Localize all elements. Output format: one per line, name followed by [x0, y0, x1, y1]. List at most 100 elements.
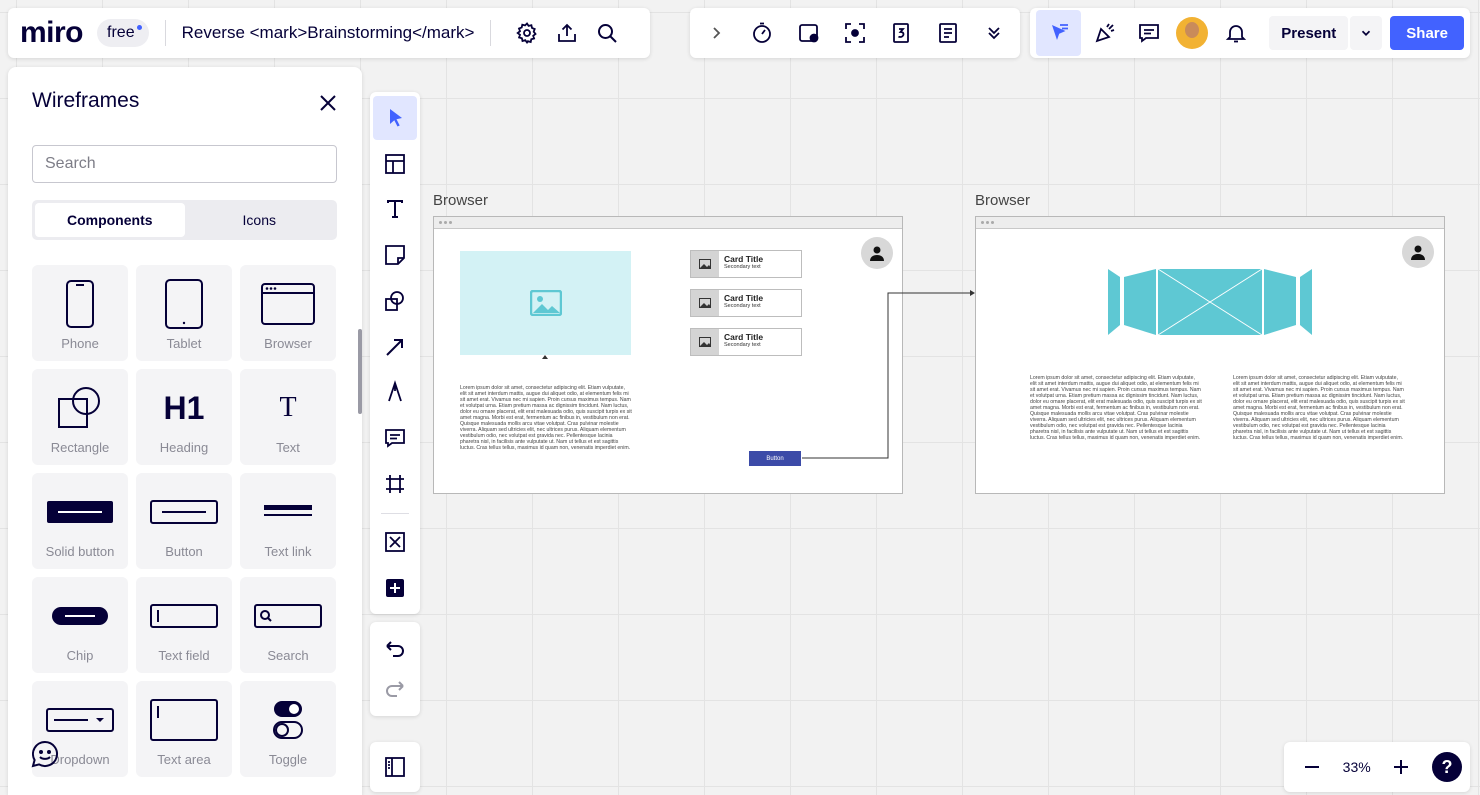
close-panel-button[interactable]: [308, 83, 348, 123]
notifications-button[interactable]: [1216, 13, 1255, 53]
connector-arrow[interactable]: [800, 285, 980, 465]
zoom-in-button[interactable]: [1381, 747, 1421, 787]
feedback-button[interactable]: [30, 739, 60, 769]
cursor-flag-icon: [1051, 24, 1068, 40]
share-button[interactable]: Share: [1390, 16, 1464, 50]
search-field-icon: [254, 604, 322, 628]
frame-tool[interactable]: [373, 462, 417, 506]
tab-icons[interactable]: Icons: [185, 203, 335, 237]
wireframe-tool[interactable]: [373, 521, 417, 565]
chevron-right-icon: [713, 27, 721, 39]
board-title[interactable]: Reverse <mark>Brainstorming</mark>: [182, 23, 475, 43]
miro-logo[interactable]: miro: [20, 16, 84, 50]
apps-button[interactable]: [789, 13, 829, 53]
component-label: Button: [165, 544, 203, 559]
panel-title: Wireframes: [32, 89, 140, 112]
creation-toolbar: [370, 92, 420, 614]
component-phone[interactable]: Phone: [32, 265, 128, 361]
frame-label[interactable]: Browser: [433, 192, 488, 209]
connection-line-tool[interactable]: [373, 325, 417, 369]
export-button[interactable]: [547, 13, 587, 53]
component-label: Solid button: [45, 544, 115, 559]
wireframes-panel: Wireframes Components Icons Phone Tablet…: [8, 67, 362, 795]
shapes-tool[interactable]: [373, 279, 417, 323]
component-label: Text area: [157, 752, 211, 767]
tab-components[interactable]: Components: [35, 203, 185, 237]
present-button[interactable]: Present: [1269, 16, 1349, 50]
component-text[interactable]: T Text: [240, 369, 336, 465]
notes-button[interactable]: [928, 13, 968, 53]
component-tablet[interactable]: Tablet: [136, 265, 232, 361]
component-label: Tablet: [166, 336, 202, 351]
layout-icon: [385, 153, 405, 174]
pen-tool[interactable]: [373, 370, 417, 414]
body-text[interactable]: Lorem ipsum dolor sit amet, consectetur …: [460, 385, 632, 451]
component-label: Browser: [264, 336, 312, 351]
templates-tool[interactable]: [373, 142, 417, 186]
voting-button[interactable]: [881, 13, 921, 53]
settings-button[interactable]: [507, 13, 547, 53]
body-text-right[interactable]: Lorem ipsum dolor sit amet, consectetur …: [1233, 375, 1405, 441]
card-item[interactable]: Card Title Secondary text: [690, 250, 802, 278]
component-solid-button[interactable]: Solid button: [32, 473, 128, 569]
document-icon: [938, 23, 957, 43]
component-heading[interactable]: H1 Heading: [136, 369, 232, 465]
celebrate-button[interactable]: [1085, 13, 1124, 53]
user-avatar-placeholder[interactable]: [861, 237, 893, 269]
card-item[interactable]: Card Title Secondary text: [690, 328, 802, 356]
frame-icon: [386, 474, 404, 493]
timer-button[interactable]: [742, 13, 782, 53]
component-text-area[interactable]: Text area: [136, 681, 232, 777]
sticky-note-tool[interactable]: [373, 233, 417, 277]
user-avatar-placeholder[interactable]: [1402, 236, 1434, 268]
board-sidebar-toggle[interactable]: [370, 742, 420, 792]
plan-badge[interactable]: free: [97, 19, 149, 47]
text-tool[interactable]: [373, 187, 417, 231]
comments-button[interactable]: [1129, 13, 1168, 53]
chip-icon: [52, 607, 108, 625]
undo-button[interactable]: [375, 629, 415, 669]
search-input[interactable]: [32, 145, 337, 183]
component-chip[interactable]: Chip: [32, 577, 128, 673]
zoom-controls: 33% ?: [1284, 742, 1470, 792]
component-text-field[interactable]: Text field: [136, 577, 232, 673]
more-apps-tool[interactable]: [373, 566, 417, 610]
panel-scrollbar[interactable]: [358, 329, 362, 414]
redo-button[interactable]: [375, 669, 415, 709]
carousel-placeholder[interactable]: [1106, 267, 1316, 337]
select-tool[interactable]: [373, 96, 417, 140]
redo-icon: [386, 681, 404, 697]
card-item[interactable]: Card Title Secondary text: [690, 289, 802, 317]
comment-icon: [385, 429, 405, 448]
browser-wireframe-2[interactable]: Lorem ipsum dolor sit amet, consectetur …: [975, 216, 1445, 494]
help-button[interactable]: ?: [1432, 752, 1462, 782]
heading-icon: H1: [163, 389, 205, 426]
body-text-left[interactable]: Lorem ipsum dolor sit amet, consectetur …: [1030, 375, 1202, 441]
focus-button[interactable]: [835, 13, 875, 53]
component-text-link[interactable]: Text link: [240, 473, 336, 569]
component-label: Search: [267, 648, 309, 663]
comment-tool[interactable]: [373, 416, 417, 460]
frame-label[interactable]: Browser: [975, 192, 1030, 209]
component-button[interactable]: Button: [136, 473, 232, 569]
expand-toolbar-button[interactable]: [696, 13, 736, 53]
component-search[interactable]: Search: [240, 577, 336, 673]
zoom-out-button[interactable]: [1292, 747, 1332, 787]
present-group: Present: [1269, 16, 1383, 50]
user-avatar-button[interactable]: [1172, 13, 1211, 53]
component-toggle[interactable]: Toggle: [240, 681, 336, 777]
close-icon: [320, 95, 336, 111]
present-options-button[interactable]: [1350, 16, 1383, 50]
search-button[interactable]: [587, 13, 627, 53]
component-label: Chip: [66, 648, 94, 663]
component-rectangle[interactable]: Rectangle: [32, 369, 128, 465]
wireframe-button[interactable]: Button: [749, 451, 801, 466]
image-placeholder[interactable]: [460, 251, 631, 355]
component-browser[interactable]: Browser: [240, 265, 336, 361]
reactions-cursor-button[interactable]: [1036, 10, 1082, 56]
more-tools-button[interactable]: [974, 13, 1014, 53]
card-subtitle: Secondary text: [724, 303, 761, 309]
zoom-level[interactable]: 33%: [1343, 759, 1371, 775]
shapes-icon: [385, 290, 404, 311]
text-icon: [387, 200, 403, 219]
